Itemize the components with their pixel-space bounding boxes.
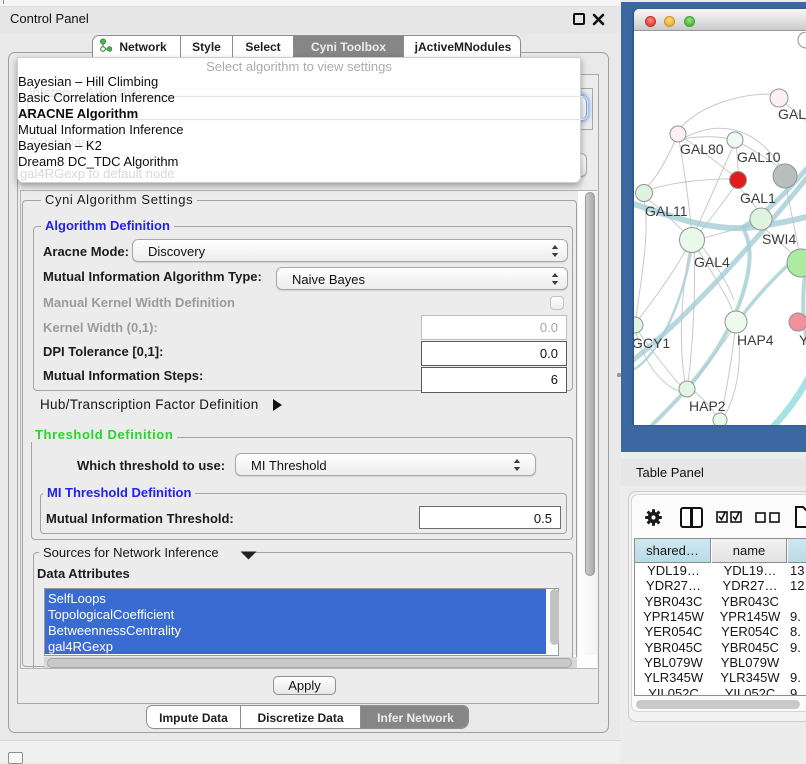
svg-text:GCY1: GCY1	[634, 335, 670, 351]
svg-text:Y: Y	[799, 332, 806, 348]
svg-text:GAL: GAL	[778, 106, 806, 122]
svg-text:GAL80: GAL80	[680, 141, 724, 157]
svg-text:SWI4: SWI4	[762, 231, 796, 247]
svg-text:GAL4: GAL4	[694, 254, 730, 270]
svg-text:GAL10: GAL10	[737, 149, 781, 165]
svg-text:HAP4: HAP4	[737, 332, 774, 348]
svg-text:HAP2: HAP2	[689, 398, 726, 414]
svg-text:GAL1: GAL1	[740, 190, 776, 206]
svg-text:GAL11: GAL11	[645, 203, 688, 219]
